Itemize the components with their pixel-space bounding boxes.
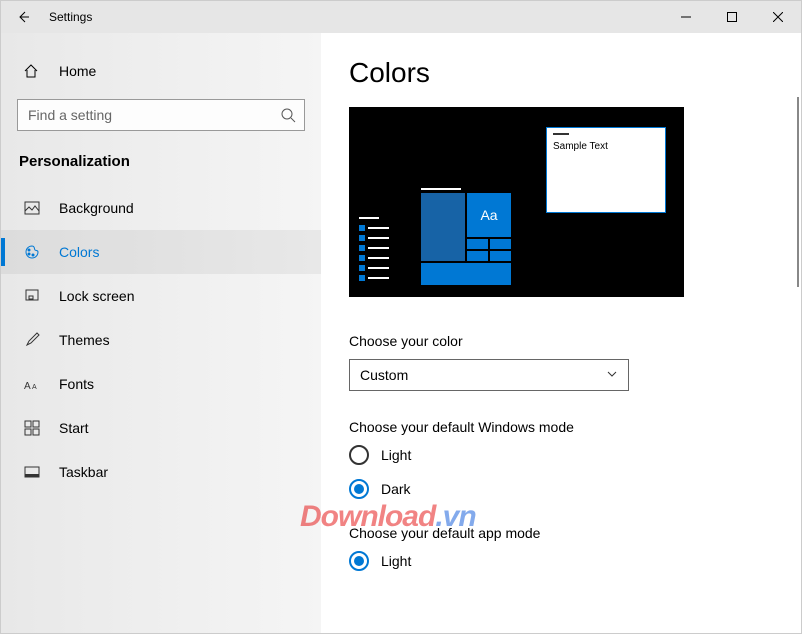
fonts-icon: AA xyxy=(23,377,41,391)
start-icon xyxy=(23,420,41,436)
sidebar-item-label: Start xyxy=(59,420,89,436)
sidebar-item-label: Lock screen xyxy=(59,288,134,304)
color-mode-select[interactable]: Custom xyxy=(349,359,629,391)
home-link[interactable]: Home xyxy=(1,51,321,91)
color-mode-value: Custom xyxy=(360,367,408,383)
main-content: Colors Aa xyxy=(321,33,801,633)
sidebar-item-themes[interactable]: Themes xyxy=(1,318,321,362)
window-body: Home Personalization Background C xyxy=(1,33,801,633)
search-wrap xyxy=(1,91,321,145)
windows-mode-light[interactable]: Light xyxy=(349,445,773,465)
windows-mode-group: Light Dark xyxy=(349,445,773,499)
radio-icon xyxy=(349,551,369,571)
sidebar-item-start[interactable]: Start xyxy=(1,406,321,450)
sidebar-item-taskbar[interactable]: Taskbar xyxy=(1,450,321,494)
palette-icon xyxy=(23,244,41,260)
nav-list: Background Colors Lock screen Themes AA … xyxy=(1,186,321,494)
preview-aa-tile: Aa xyxy=(467,193,511,237)
close-button[interactable] xyxy=(755,1,801,33)
home-label: Home xyxy=(59,63,96,79)
app-mode-label: Choose your default app mode xyxy=(349,525,773,541)
sidebar-item-colors[interactable]: Colors xyxy=(1,230,321,274)
sidebar-item-label: Fonts xyxy=(59,376,94,392)
taskbar-icon xyxy=(23,464,41,480)
titlebar: Settings xyxy=(1,1,801,33)
scrollbar[interactable] xyxy=(797,97,799,287)
sidebar-item-lockscreen[interactable]: Lock screen xyxy=(1,274,321,318)
search-icon xyxy=(280,107,296,128)
search-box[interactable] xyxy=(17,99,305,131)
svg-text:A: A xyxy=(32,384,37,391)
radio-label: Dark xyxy=(381,481,411,497)
sidebar-item-label: Themes xyxy=(59,332,110,348)
app-title: Settings xyxy=(49,10,92,24)
chevron-down-icon xyxy=(606,367,618,383)
maximize-button[interactable] xyxy=(709,1,755,33)
preview-app-window: Sample Text xyxy=(546,127,666,213)
app-mode-group: Light xyxy=(349,551,773,571)
preview-sample-text: Sample Text xyxy=(553,141,659,152)
brush-icon xyxy=(23,332,41,348)
sidebar-item-fonts[interactable]: AA Fonts xyxy=(1,362,321,406)
sidebar: Home Personalization Background C xyxy=(1,33,321,633)
image-icon xyxy=(23,200,41,216)
preview-start-menu xyxy=(359,217,389,285)
settings-window: Settings Home xyxy=(0,0,802,634)
app-mode-light[interactable]: Light xyxy=(349,551,773,571)
minimize-icon xyxy=(681,12,691,22)
back-button[interactable] xyxy=(1,1,45,33)
radio-icon xyxy=(349,479,369,499)
preview-tiles: Aa xyxy=(421,188,511,285)
sidebar-item-label: Taskbar xyxy=(59,464,108,480)
page-title: Colors xyxy=(349,57,773,89)
home-icon xyxy=(23,63,41,79)
radio-label: Light xyxy=(381,553,411,569)
choose-color-label: Choose your color xyxy=(349,333,773,349)
window-controls xyxy=(663,1,801,33)
svg-text:A: A xyxy=(24,381,31,391)
close-icon xyxy=(773,12,783,22)
category-heading: Personalization xyxy=(1,145,321,186)
radio-icon xyxy=(349,445,369,465)
sidebar-item-label: Colors xyxy=(59,244,99,260)
maximize-icon xyxy=(727,12,737,22)
minimize-button[interactable] xyxy=(663,1,709,33)
radio-label: Light xyxy=(381,447,411,463)
sidebar-item-background[interactable]: Background xyxy=(1,186,321,230)
search-input[interactable] xyxy=(18,107,304,123)
windows-mode-label: Choose your default Windows mode xyxy=(349,419,773,435)
lockscreen-icon xyxy=(23,288,41,304)
windows-mode-dark[interactable]: Dark xyxy=(349,479,773,499)
color-preview: Aa Sample Text xyxy=(349,107,684,297)
sidebar-item-label: Background xyxy=(59,200,134,216)
arrow-left-icon xyxy=(15,9,31,25)
